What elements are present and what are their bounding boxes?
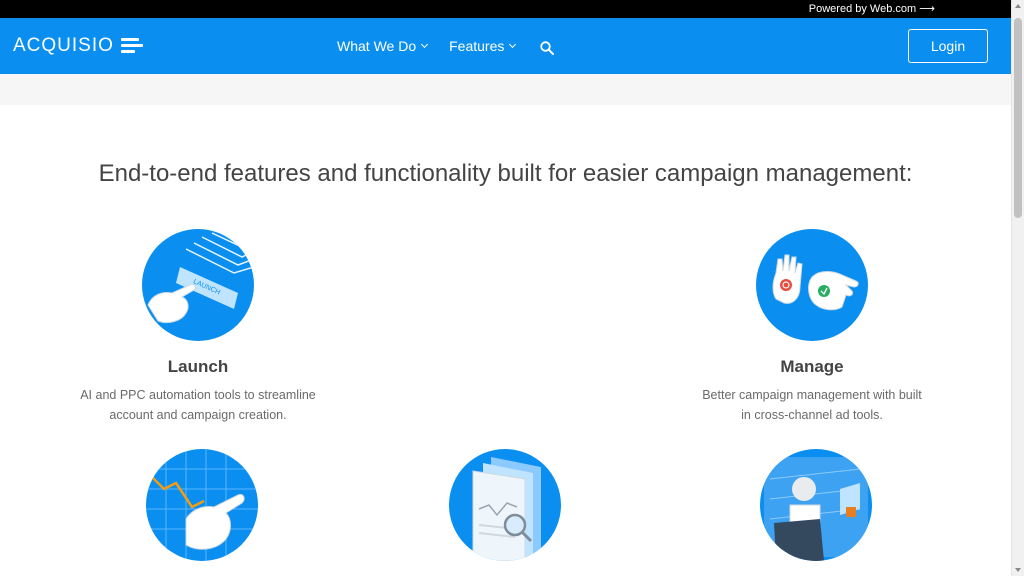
report-illustration-icon: [449, 449, 561, 561]
feature-manage-desc-line1: Better campaign management with built: [702, 388, 922, 402]
top-bar: Powered by Web.com ⟶: [0, 0, 1011, 18]
nav-features-label: Features: [449, 38, 505, 54]
sub-header-strip: [0, 74, 1011, 105]
nav-features[interactable]: Features: [449, 38, 517, 54]
launch-illustration-icon: LAUNCH: [142, 229, 254, 341]
feature-launch-desc-line2: account and campaign creation.: [109, 408, 287, 422]
feature-launch: LAUNCH Launch AI and PPC automation tool…: [68, 229, 328, 425]
feature-manage: Manage Better campaign management with b…: [682, 229, 942, 425]
scroll-thumb[interactable]: [1014, 18, 1022, 218]
bid-illustration-icon: [760, 449, 872, 561]
feature-manage-description: Better campaign management with built in…: [682, 385, 942, 425]
scroll-down-arrow-icon[interactable]: [1015, 568, 1021, 572]
feature-launch-desc-line1: AI and PPC automation tools to streamlin…: [80, 388, 316, 402]
feature-launch-title: Launch: [167, 357, 229, 376]
feature-launch-description: AI and PPC automation tools to streamlin…: [68, 385, 328, 425]
acquisio-logo[interactable]: ACQUISIO: [13, 35, 143, 57]
chevron-down-icon: [509, 40, 517, 49]
page-scrollbar[interactable]: [1011, 0, 1024, 576]
features-headline: End-to-end features and functionality bu…: [98, 160, 913, 187]
logo-text: ACQUISIO: [13, 35, 114, 56]
nav-menu: What We Do Features: [337, 38, 517, 54]
scroll-up-arrow-icon[interactable]: [1015, 4, 1021, 8]
feature-manage-desc-line2: in cross-channel ad tools.: [741, 408, 883, 422]
nav-what-we-do-label: What We Do: [337, 38, 417, 54]
logo-mark-icon: [120, 38, 143, 54]
login-button[interactable]: Login: [908, 29, 988, 63]
main-nav: ACQUISIO What We Do Features Login: [0, 18, 1011, 74]
optimize-illustration-icon: [146, 449, 258, 561]
manage-illustration-icon: [756, 229, 868, 341]
nav-what-we-do[interactable]: What We Do: [337, 38, 429, 54]
feature-manage-title: Manage: [780, 357, 844, 376]
powered-by-link[interactable]: Powered by Web.com ⟶: [809, 2, 935, 16]
search-icon[interactable]: [540, 41, 554, 55]
chevron-down-icon: [421, 40, 429, 49]
